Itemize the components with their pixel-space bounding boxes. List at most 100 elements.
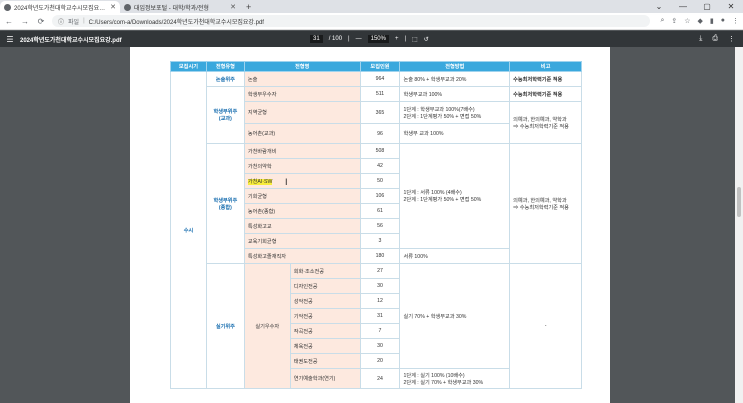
note-line: ⇒ 수능최저학력기준 적용 <box>513 204 569 211</box>
url-input[interactable]: ⓘ 파일 | C:/Users/com-a/Downloads/2024학년도가… <box>52 15 651 27</box>
window-controls: ⌄ — ▢ ✕ <box>647 0 743 13</box>
scrollbar[interactable] <box>735 47 743 403</box>
count-cell: 508 <box>359 143 401 159</box>
type-cell: 학생부위주 (교과) <box>205 86 245 144</box>
period-cell: 수시 <box>170 71 207 389</box>
zoom-out-button[interactable]: — <box>356 36 362 42</box>
table-row: 학생부위주 (교과) 학생부우수자 511 학생부교과 100% 수능최저학력기… <box>171 86 582 144</box>
menu-icon[interactable]: ☰ <box>0 35 20 44</box>
rotate-icon[interactable]: ↺ <box>424 36 429 43</box>
close-window-button[interactable]: ✕ <box>719 0 743 13</box>
dept-cell: 체육전공 <box>289 338 361 354</box>
star-icon[interactable]: ☆ <box>684 17 690 25</box>
dept-cell: 성악전공 <box>289 293 361 309</box>
table-row: 수시 논술위주 논술 964 논술 80% + 학생부교과 20% 수능최저학력… <box>170 71 582 389</box>
dept-cell: 작곡전공 <box>289 323 361 339</box>
dept-cell: 회화·조소전공 <box>289 263 361 279</box>
zoom-icon[interactable]: ⌕ <box>660 17 664 25</box>
url-text: C:/Users/com-a/Downloads/2024학년도가천대학교수시모… <box>88 19 264 26</box>
close-icon[interactable]: ✕ <box>230 3 236 11</box>
maximize-button[interactable]: ▢ <box>695 0 719 13</box>
method-line: 2단계 : 1단계평가 50% + 면접 50% <box>403 197 482 203</box>
new-tab-button[interactable]: + <box>240 1 257 13</box>
download-icon[interactable]: ⤓ <box>699 35 702 43</box>
name-cell: 가천AI·SW <box>243 173 361 189</box>
forward-icon[interactable]: → <box>20 17 30 26</box>
method-cell: 서류 100% <box>399 248 511 264</box>
address-bar: ← → ⟳ ⓘ 파일 | C:/Users/com-a/Downloads/20… <box>0 13 743 30</box>
tab-adiga[interactable]: 대입정보포털 - 대학/학과/전형 ✕ <box>120 1 240 13</box>
pdf-toolbar: ☰ 2024학년도가천대학교수시모집요강.pdf 31 / 100 | — 15… <box>0 31 743 47</box>
table-header-row: 모집시기 전형유형 전형명 모집인원 전형방법 비고 <box>170 61 582 72</box>
close-icon[interactable]: ✕ <box>110 3 116 11</box>
page-input[interactable]: 31 <box>310 35 323 43</box>
count-cell: 24 <box>359 368 401 389</box>
site-icon <box>124 3 131 11</box>
scrollbar-thumb[interactable] <box>737 187 741 217</box>
count-cell: 3 <box>359 233 401 249</box>
column-header: 전형명 <box>243 61 361 72</box>
note-cell: 의예과, 한의예과, 약학과 ⇒ 수능최저학력기준 적용 <box>509 101 582 144</box>
type-cell: 논술위주 <box>205 71 245 87</box>
name-cell: 특성화고교 <box>243 218 361 234</box>
count-cell: 106 <box>359 188 401 204</box>
scheme-label: 파일 <box>68 19 80 26</box>
fit-page-icon[interactable]: ⬚ <box>412 36 418 43</box>
count-cell: 365 <box>359 101 401 124</box>
profile-icon[interactable]: ● <box>721 17 725 25</box>
type-label: 학생부위주 (종합) <box>213 197 238 211</box>
name-cell: 실기우수자 <box>243 263 291 389</box>
dept-cell: 기악전공 <box>289 308 361 324</box>
divider: | <box>404 36 407 42</box>
count-cell: 20 <box>359 353 401 369</box>
method-cell: 1단계 : 학생부교과 100%(7배수) 2단계 : 1단계평가 50% + 면… <box>399 101 511 124</box>
text-cursor-icon: I <box>285 177 288 187</box>
back-icon[interactable]: ← <box>4 17 14 26</box>
column-header: 모집인원 <box>359 61 401 72</box>
tab-label: 대입정보포털 - 대학/학과/전형 <box>134 5 209 12</box>
name-cell: 가천바람개비 <box>243 143 361 159</box>
name-cell: 교육기회균형 <box>243 233 361 249</box>
type-cell: 학생부위주 (종합) <box>205 143 245 264</box>
note-line: 의예과, 한의예과, 약학과 <box>513 116 567 123</box>
count-cell: 31 <box>359 308 401 324</box>
name-cell: 학생부우수자 <box>243 86 361 102</box>
count-cell: 42 <box>359 158 401 174</box>
zoom-in-button[interactable]: + <box>395 36 399 42</box>
reload-icon[interactable]: ⟳ <box>36 17 46 26</box>
highlighted-name: 가천AI·SW <box>247 178 273 185</box>
method-line: 1단계 : 서류 100% (4배수) <box>403 190 462 196</box>
method-cell: 1단계 : 실기 100% (10배수) 2단계 : 실기 70% + 학생부교과… <box>399 368 511 389</box>
method-line: 1단계 : 실기 100% (10배수) <box>403 372 465 379</box>
name-cell: 가천의약학 <box>243 158 361 174</box>
share-icon[interactable]: ⇪ <box>671 17 677 25</box>
column-header: 비고 <box>509 61 582 72</box>
method-cell: 논술 80% + 학생부교과 20% <box>399 71 511 87</box>
count-cell: 30 <box>359 338 401 354</box>
zoom-input[interactable]: 150% <box>367 35 389 43</box>
note-line: ⇒ 수능최저학력기준 적용 <box>513 123 569 130</box>
sidepanel-icon[interactable]: ▮ <box>710 17 714 25</box>
pdf-viewer: 모집시기 전형유형 전형명 모집인원 전형방법 비고 수시 논술위주 논술 96… <box>0 47 743 403</box>
column-header: 전형방법 <box>399 61 511 72</box>
minimize-button[interactable]: — <box>671 0 695 13</box>
type-label: 학생부위주 (교과) <box>213 109 238 122</box>
admission-table: 모집시기 전형유형 전형명 모집인원 전형방법 비고 수시 논술위주 논술 96… <box>170 61 582 389</box>
tab-label: 2024학년도가천대학교수시모집요강.pdf <box>14 5 108 12</box>
menu-icon[interactable]: ⋮ <box>732 17 739 25</box>
chevron-down-icon[interactable]: ⌄ <box>647 0 671 13</box>
note-cell: 수능최저학력기준 적용 <box>509 86 582 102</box>
name-cell: 지역균형 <box>243 101 361 124</box>
method-line: 2단계 : 1단계평가 50% + 면접 50% <box>403 113 482 120</box>
table-row: 실기위주 실기우수자 회화·조소전공 27 실기 70% + 학생부교과 30%… <box>171 263 582 389</box>
column-header: 모집시기 <box>170 61 207 72</box>
count-cell: 12 <box>359 293 401 309</box>
more-icon[interactable]: ⋮ <box>728 35 735 43</box>
dept-cell: 연기예술학과(연기) <box>289 368 361 389</box>
name-cell: 특성화고졸재직자 <box>243 248 361 264</box>
extensions-icon[interactable]: ◆ <box>698 17 703 25</box>
method-cell: 실기 70% + 학생부교과 30% <box>399 263 511 369</box>
tab-pdf[interactable]: 2024학년도가천대학교수시모집요강.pdf ✕ <box>0 1 120 13</box>
print-icon[interactable]: ⎙ <box>712 35 718 43</box>
count-cell: 27 <box>359 263 401 279</box>
